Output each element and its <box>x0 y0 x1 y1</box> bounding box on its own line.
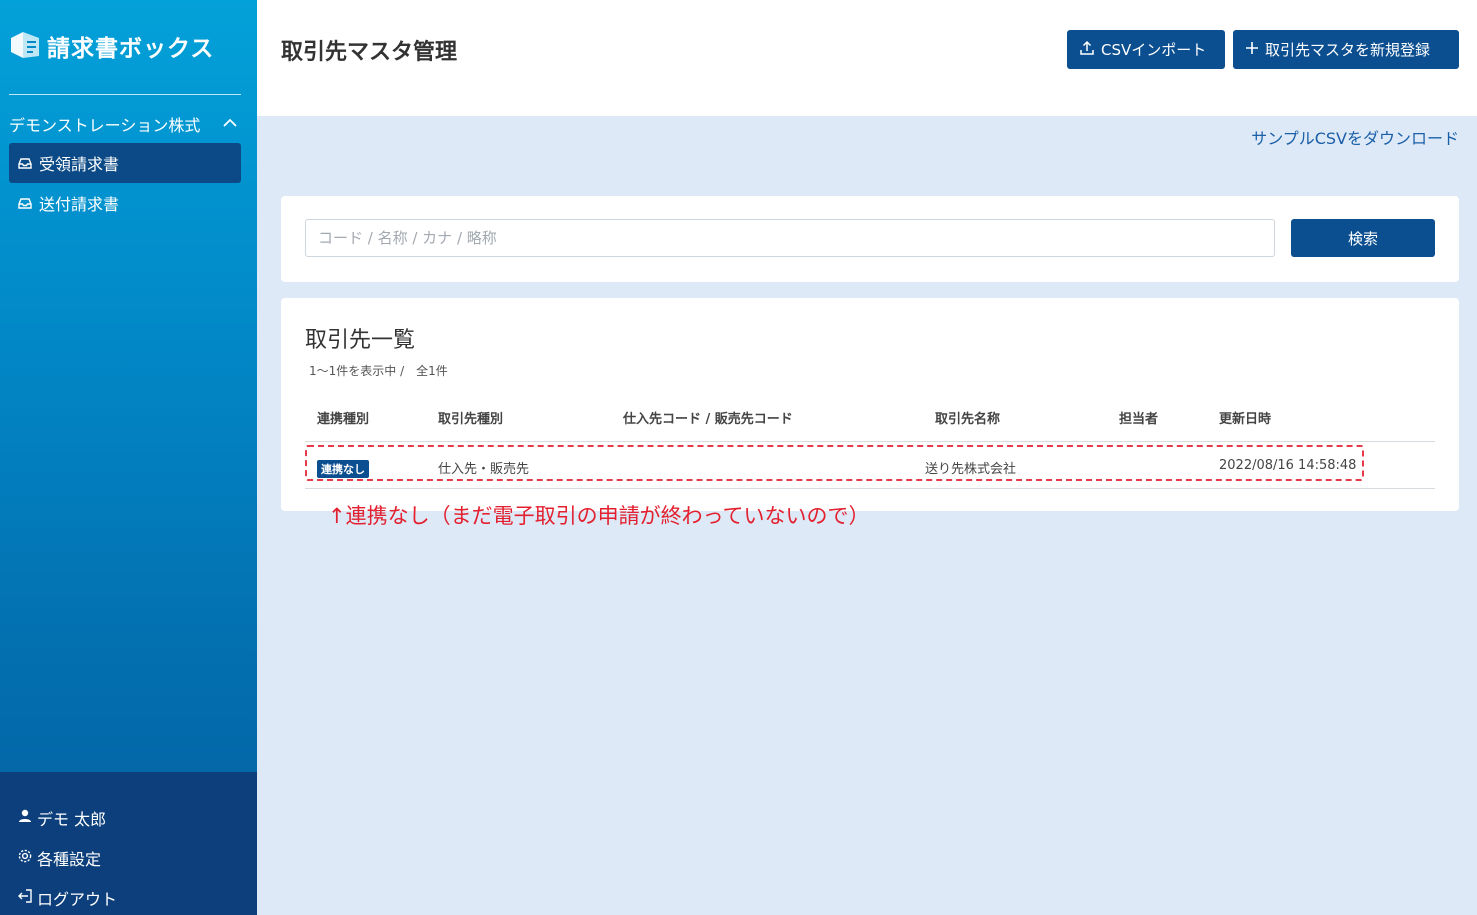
partner-list-card: 取引先一覧 1〜1件を表示中 / 全1件 連携種別 取引先種別 仕入先コード /… <box>281 298 1459 511</box>
page-title: 取引先マスタ管理 <box>281 40 458 65</box>
user-name: デモ 太郎 <box>37 810 107 829</box>
page-header: 取引先マスタ管理 CSVインポート 取引先マスタを新規登録 <box>257 0 1477 116</box>
row-highlight-annotation <box>305 445 1364 481</box>
new-partner-button[interactable]: 取引先マスタを新規登録 <box>1233 30 1459 69</box>
user-icon <box>17 808 33 828</box>
upload-icon <box>1079 40 1095 60</box>
logout-icon <box>17 888 33 908</box>
logout-link[interactable]: ログアウト <box>17 886 117 910</box>
search-card: 検索 <box>281 196 1459 282</box>
user-menu[interactable]: デモ 太郎 <box>17 806 106 830</box>
settings-link[interactable]: 各種設定 <box>17 846 101 870</box>
company-name: デモンストレーション株式 <box>9 116 201 135</box>
search-input[interactable] <box>305 219 1275 257</box>
csv-import-label: CSVインポート <box>1101 41 1207 59</box>
logo-text: 請求書ボックス <box>47 36 215 62</box>
column-header-partner-name[interactable]: 取引先名称 <box>935 408 1000 427</box>
sample-csv-download-link[interactable]: サンプルCSVをダウンロード <box>1251 125 1459 149</box>
company-selector[interactable]: デモンストレーション株式 <box>9 112 241 136</box>
gear-icon <box>17 848 33 868</box>
chevron-up-icon <box>223 116 237 132</box>
sidebar-item-label: 送付請求書 <box>39 195 120 214</box>
sidebar: 請求書ボックス デモンストレーション株式 受領請求書 送付請求書 デモ 太郎 各… <box>0 0 257 915</box>
column-header-code[interactable]: 仕入先コード / 販売先コード <box>623 408 793 427</box>
list-count: 1〜1件を表示中 / 全1件 <box>309 364 448 378</box>
new-partner-label: 取引先マスタを新規登録 <box>1265 41 1431 59</box>
sidebar-item-received-invoices[interactable]: 受領請求書 <box>9 143 241 183</box>
table-header-divider <box>305 441 1435 442</box>
sidebar-bottom: デモ 太郎 各種設定 ログアウト <box>0 772 257 915</box>
inbox-icon <box>17 195 33 211</box>
csv-import-button[interactable]: CSVインポート <box>1067 30 1225 69</box>
column-header-updated[interactable]: 更新日時 <box>1219 408 1271 427</box>
column-header-owner[interactable]: 担当者 <box>1119 408 1158 427</box>
sidebar-divider <box>9 94 241 95</box>
logout-label: ログアウト <box>37 890 118 909</box>
search-button[interactable]: 検索 <box>1291 219 1435 257</box>
settings-label: 各種設定 <box>37 850 102 869</box>
column-header-partner-type[interactable]: 取引先種別 <box>438 408 503 427</box>
app-logo[interactable]: 請求書ボックス <box>9 28 214 64</box>
list-title: 取引先一覧 <box>305 328 416 353</box>
logo-icon <box>9 28 41 64</box>
column-header-link-type[interactable]: 連携種別 <box>317 408 369 427</box>
sidebar-item-label: 受領請求書 <box>39 155 120 174</box>
sidebar-item-sent-invoices[interactable]: 送付請求書 <box>9 183 241 223</box>
annotation-text: ↑連携なし（まだ電子取引の申請が終わっていないので） <box>328 504 870 528</box>
inbox-icon <box>17 155 33 171</box>
plus-icon <box>1245 41 1259 59</box>
table-row-divider <box>305 488 1435 489</box>
